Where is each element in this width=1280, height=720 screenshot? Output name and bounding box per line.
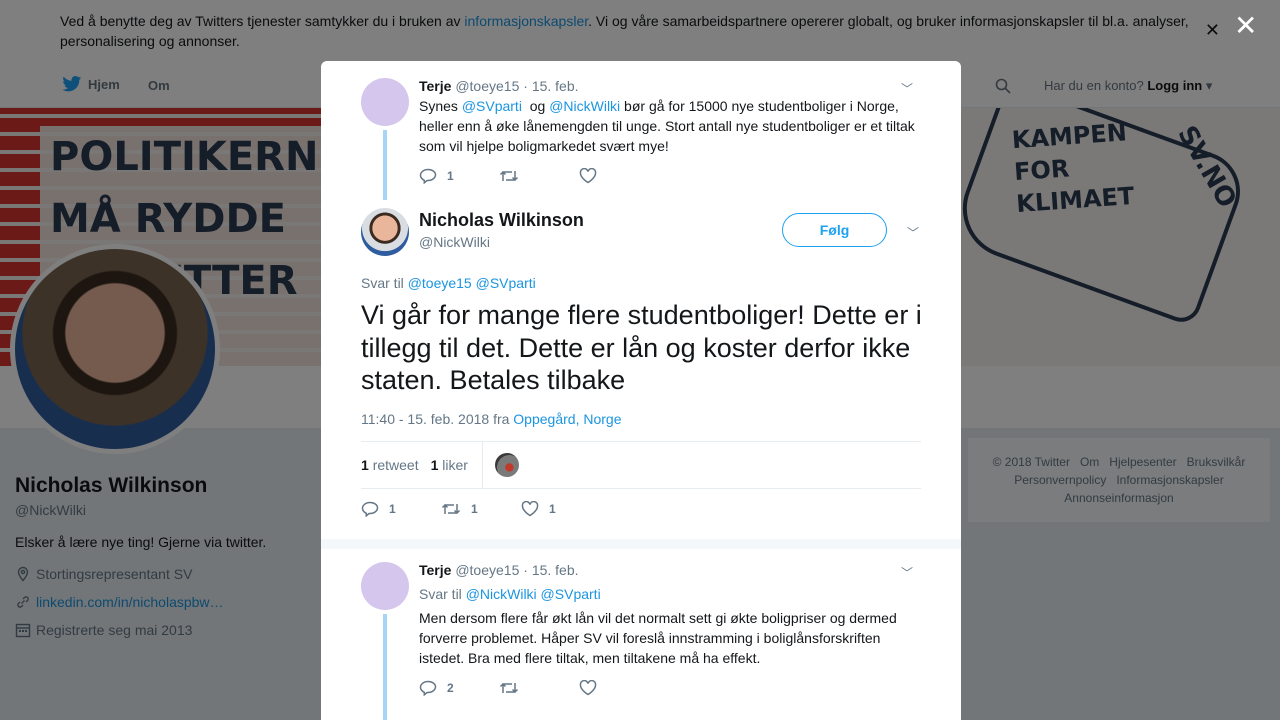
avatar[interactable] [361,208,409,256]
tweet-text-part: Synes [419,98,462,114]
tweet-date[interactable]: · 15. feb. [523,78,578,94]
heart-icon [579,168,597,184]
replies-divider [321,539,961,549]
retweet-icon [499,170,519,182]
tweet-author-handle: @toeye15 [455,78,520,94]
reply-to-label: Svar til [419,586,462,602]
tweet-text-part: og [521,98,550,114]
retweet-button[interactable]: 1 [441,501,521,517]
reply-icon [419,680,437,696]
reply-count: 2 [447,681,454,695]
retweet-stat-label: retweet [372,457,419,473]
timestamp-text: 11:40 - 15. feb. 2018 fra [361,411,510,427]
retweet-icon [441,503,461,515]
retweet-button[interactable] [499,680,579,696]
reply-to: Svar til @NickWilki @SVparti [419,586,601,602]
parent-tweet[interactable]: Terje @toeye15 · 15. feb. ﹀ Synes @SVpar… [361,78,921,200]
reply-button[interactable]: 2 [419,680,499,696]
retweet-count: 1 [471,502,478,516]
like-stat[interactable]: 1 liker [431,457,468,473]
heart-icon [521,501,539,517]
main-tweet-author-name[interactable]: Nicholas Wilkinson [419,210,584,231]
reply-count: 1 [447,169,454,183]
tweet-author-handle: @toeye15 [455,562,520,578]
reply-button[interactable]: 1 [361,501,441,517]
close-icon[interactable]: ✕ [1234,12,1257,40]
like-stat-count: 1 [430,457,439,473]
retweet-icon [499,682,519,694]
chevron-down-icon[interactable]: ﹀ [901,564,913,581]
reply-button[interactable]: 1 [419,168,499,184]
reply-to-label: Svar til [361,275,404,291]
heart-icon [579,680,597,696]
retweet-button[interactable] [499,168,579,184]
avatar[interactable] [361,562,409,610]
like-button[interactable]: 1 [521,501,601,517]
tweet-text: Synes @SVparti og @NickWilki bør gå for … [419,96,919,156]
tweet-actions: 2 [419,680,659,696]
chevron-down-icon[interactable]: ﹀ [901,80,913,97]
place-link[interactable]: Oppegård, Norge [513,411,621,427]
tweet-text: Men dersom flere får økt lån vil det nor… [419,610,897,666]
mention-link[interactable]: @SVparti [462,98,522,114]
main-tweet-text: Vi går for mange flere studentboliger! D… [361,300,922,395]
tweet-header: Terje @toeye15 · 15. feb. [419,78,579,94]
main-tweet-author-handle: @NickWilki [419,234,490,250]
reply-to-mentions[interactable]: @NickWilki @SVparti [466,586,601,602]
tweet-date[interactable]: · 15. feb. [523,562,578,578]
like-button[interactable] [579,168,659,184]
like-button[interactable] [579,680,659,696]
main-tweet-actions: 1 1 1 [361,501,601,517]
main-reply-to: Svar til @toeye15 @SVparti [361,275,536,291]
thread-line [383,130,387,200]
reply-count: 1 [389,502,396,516]
thread-line [383,614,387,720]
reply-icon [361,501,379,517]
retweet-stat[interactable]: 1 retweet [361,457,419,473]
tweet-header: Terje @toeye15 · 15. feb. [419,562,579,578]
retweet-stat-count: 1 [361,457,369,473]
stats-divider [481,442,483,488]
reply-icon [419,168,437,184]
like-stat-label: liker [442,457,468,473]
reply-tweet[interactable]: Terje @toeye15 · 15. feb. ﹀ Svar til @Ni… [361,562,921,720]
avatar[interactable] [361,78,409,126]
main-tweet-timestamp: 11:40 - 15. feb. 2018 fra Oppegård, Norg… [361,411,621,427]
tweet-author-name[interactable]: Terje [419,78,451,94]
tweet-stats: 1 retweet 1 liker [361,441,921,489]
tweet-author-name[interactable]: Terje [419,562,451,578]
chevron-down-icon[interactable]: ﹀ [907,224,919,241]
mention-link[interactable]: @NickWilki [549,98,620,114]
liker-avatar[interactable] [494,453,519,477]
tweet-modal: Terje @toeye15 · 15. feb. ﹀ Synes @SVpar… [321,61,961,720]
like-count: 1 [549,502,556,516]
tweet-actions: 1 [419,168,659,184]
reply-to-mentions[interactable]: @toeye15 @SVparti [408,275,536,291]
follow-button[interactable]: Følg [782,213,887,247]
